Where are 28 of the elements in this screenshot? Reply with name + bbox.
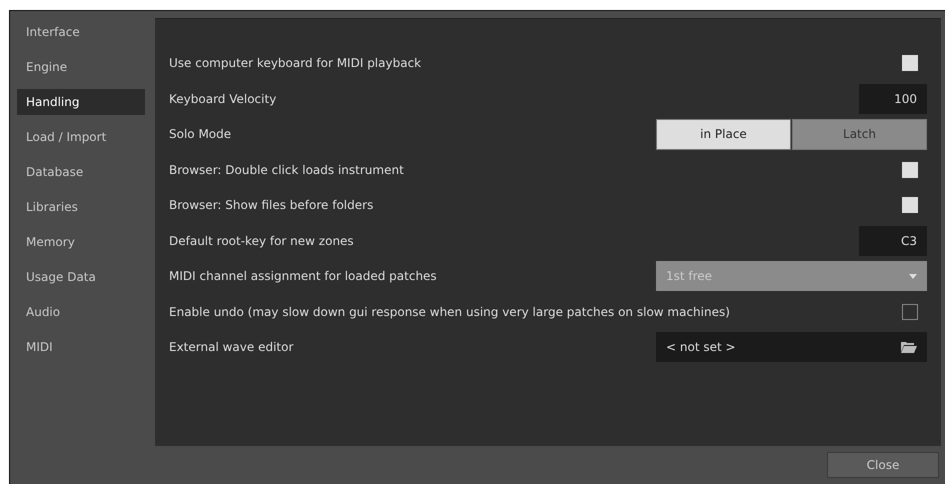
setting-label: Use computer keyboard for MIDI playback (169, 56, 422, 70)
sidebar-item[interactable]: Memory (17, 229, 145, 255)
setting-label: Browser: Show files before folders (169, 198, 374, 212)
setting-label: Browser: Double click loads instrument (169, 162, 404, 177)
caret-icon (909, 274, 917, 279)
sidebar-item[interactable]: Load / Import (17, 124, 145, 150)
sidebar-item[interactable]: Usage Data (17, 264, 145, 290)
segment-button[interactable]: in Place (656, 118, 791, 150)
setting-label: Default root-key for new zones (169, 234, 354, 248)
sidebar-item[interactable]: Database (17, 159, 145, 185)
setting-label: MIDI channel assignment for loaded patches (169, 269, 437, 284)
sidebar-item[interactable]: Handling (17, 89, 145, 115)
close-button[interactable]: Close (827, 452, 939, 478)
setting-label: Keyboard Velocity (169, 92, 276, 106)
value-field[interactable]: 100 (859, 84, 927, 114)
sidebar-item[interactable]: MIDI (17, 334, 145, 360)
checkbox[interactable] (902, 304, 918, 320)
sidebar-item[interactable]: Engine (17, 54, 145, 80)
setting-label: Enable undo (may slow down gui response when using very large patches on slow machines) (169, 304, 730, 319)
setting-label: External wave editor (169, 340, 294, 354)
path-field[interactable]: < not set > (656, 332, 927, 362)
folder-icon[interactable] (901, 341, 917, 354)
setting-label: Solo Mode (169, 127, 232, 142)
segment-button[interactable]: Latch (792, 118, 927, 150)
sidebar-item[interactable]: Interface (17, 19, 145, 45)
sidebar-item[interactable]: Libraries (17, 194, 145, 220)
value-field[interactable]: C3 (859, 226, 927, 256)
sidebar-item[interactable]: Audio (17, 299, 145, 325)
